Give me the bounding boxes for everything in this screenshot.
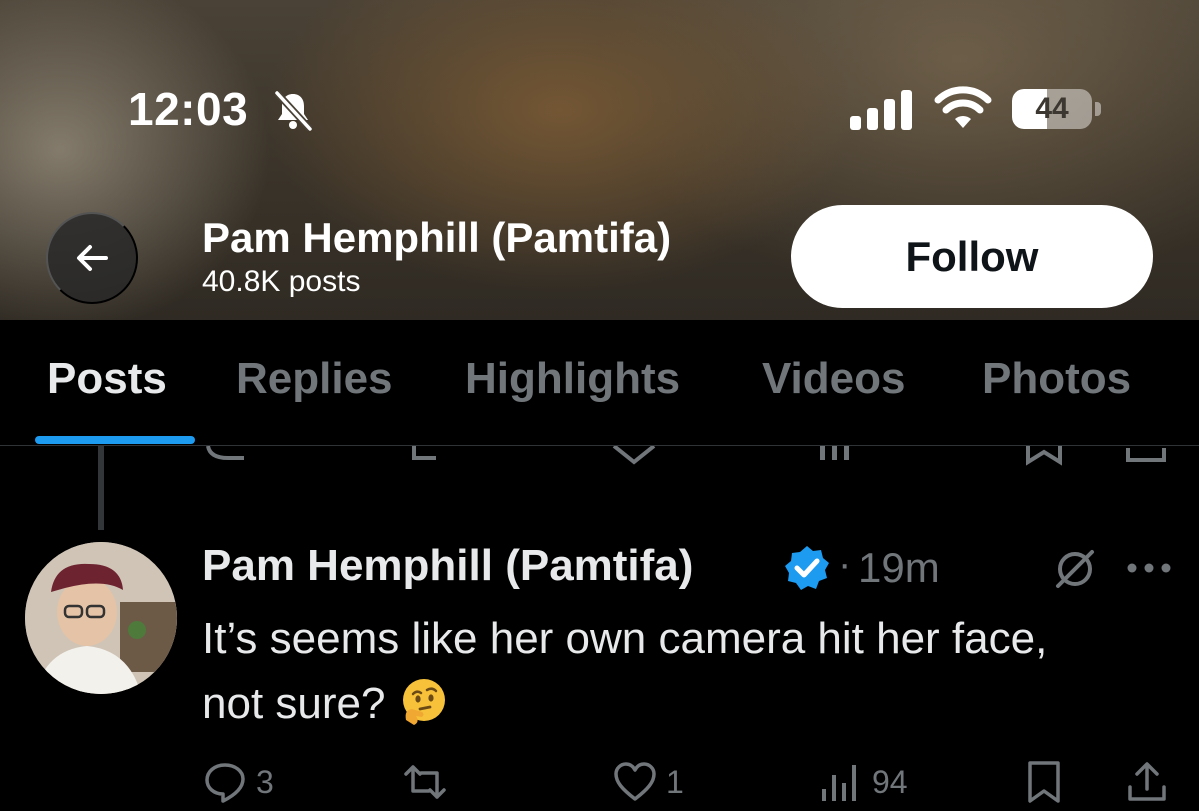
post-author-name[interactable]: Pam Hemphill (Pamtifa) — [202, 541, 693, 591]
thread-line — [98, 446, 104, 530]
verified-badge-icon — [785, 546, 829, 590]
reply-button[interactable]: 3 — [202, 756, 274, 808]
post-timestamp[interactable]: 19m — [858, 544, 940, 592]
arrow-left-icon — [77, 245, 108, 271]
bell-slash-icon — [274, 90, 313, 132]
avatar-photo — [25, 542, 177, 694]
like-count: 1 — [666, 763, 684, 800]
view-count: 94 — [872, 763, 908, 800]
grok-icon[interactable] — [1052, 546, 1098, 592]
profile-tabs: Posts Replies Highlights Videos Photos — [0, 320, 1199, 446]
post-actions: 3 1 94 — [0, 756, 1199, 811]
post-text-content: It’s seems like her own camera hit her f… — [202, 614, 1048, 728]
post-count: 40.8K posts — [202, 265, 361, 298]
active-tab-indicator — [35, 436, 195, 444]
like-button[interactable]: 1 — [612, 756, 684, 808]
bookmark-button[interactable] — [1024, 756, 1064, 808]
avatar[interactable] — [25, 542, 177, 694]
previous-post-action-icons — [206, 446, 1166, 466]
analytics-icon — [822, 765, 856, 801]
post-meta-separator: · — [838, 542, 852, 586]
post-text: It’s seems like her own camera hit her f… — [202, 606, 1102, 736]
bookmark-icon — [1028, 761, 1060, 803]
follow-button[interactable]: Follow — [791, 205, 1153, 308]
tab-replies[interactable]: Replies — [236, 354, 393, 404]
views-button[interactable]: 94 — [818, 756, 908, 808]
cellular-signal-icon — [850, 90, 912, 130]
thinking-face-icon — [402, 679, 445, 725]
repost-button[interactable] — [402, 756, 456, 808]
repost-icon — [404, 765, 446, 799]
tab-photos[interactable]: Photos — [982, 354, 1131, 404]
status-time: 12:03 — [128, 83, 249, 135]
tab-highlights[interactable]: Highlights — [465, 354, 680, 404]
tab-videos[interactable]: Videos — [762, 354, 905, 404]
previous-post-actions — [0, 446, 1199, 468]
share-button[interactable] — [1124, 756, 1170, 808]
status-bar: 12:03 44 — [0, 0, 1199, 160]
tab-posts[interactable]: Posts — [47, 354, 167, 404]
more-options-icon[interactable] — [1126, 560, 1172, 576]
battery-cap — [1095, 102, 1101, 116]
reply-icon — [205, 763, 245, 803]
back-button[interactable] — [46, 212, 138, 304]
reply-count: 3 — [256, 763, 274, 800]
wifi-icon — [934, 86, 992, 128]
battery-level: 44 — [1035, 92, 1069, 125]
battery-indicator: 44 — [1012, 89, 1102, 129]
share-icon — [1128, 762, 1166, 801]
battery-body: 44 — [1012, 89, 1092, 129]
profile-name: Pam Hemphill (Pamtifa) — [202, 214, 672, 261]
heart-icon — [614, 762, 656, 801]
